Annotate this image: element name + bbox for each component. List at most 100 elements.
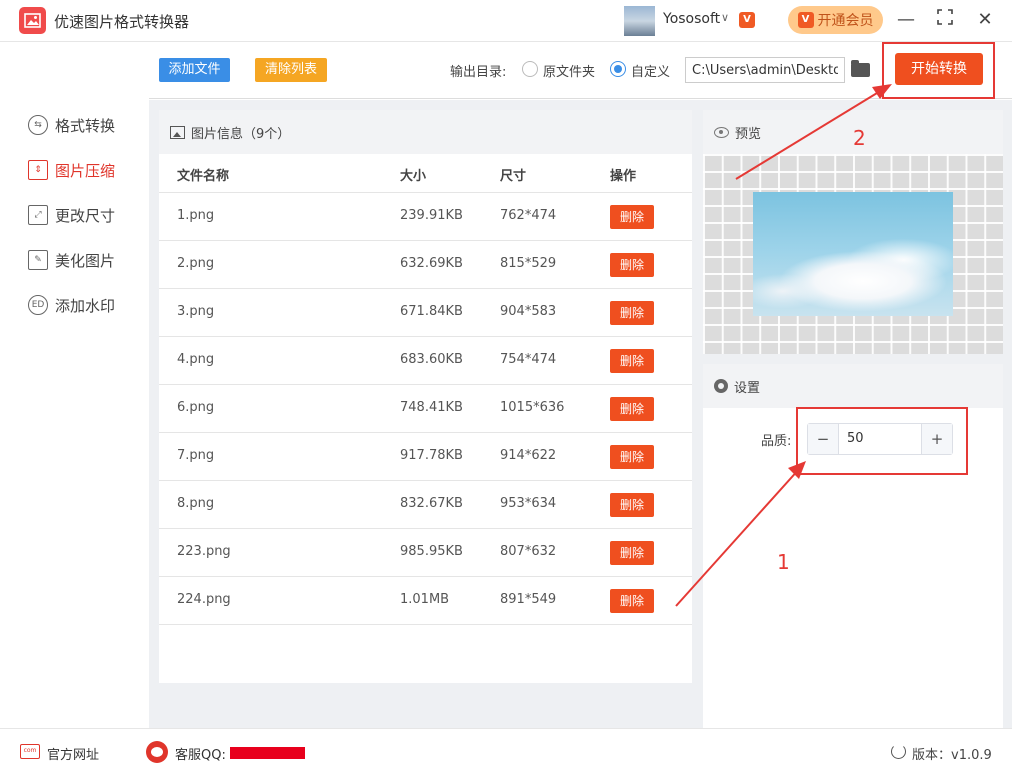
sidebar-item-watermark[interactable]: ED 添加水印: [28, 293, 115, 317]
website-icon[interactable]: com: [20, 744, 40, 759]
table-row: 223.png 985.95KB 807*632 删除: [159, 529, 692, 577]
file-name: 8.png: [177, 496, 215, 511]
file-dimension: 953*634: [500, 496, 557, 511]
file-name: 6.png: [177, 400, 215, 415]
radio-original-folder-label[interactable]: 原文件夹: [543, 61, 595, 80]
file-size: 671.84KB: [400, 304, 463, 319]
radio-original-folder[interactable]: [522, 61, 538, 77]
file-dimension: 904*583: [500, 304, 557, 319]
customer-service-icon[interactable]: [146, 741, 168, 763]
file-dimension: 815*529: [500, 256, 557, 271]
minimize-icon[interactable]: —: [894, 8, 918, 32]
table-row: 3.png 671.84KB 904*583 删除: [159, 289, 692, 337]
file-size: 832.67KB: [400, 496, 463, 511]
sidebar-item-label: 添加水印: [55, 296, 116, 315]
sidebar-item-compress[interactable]: ⇕ 图片压缩: [28, 158, 115, 182]
file-name: 223.png: [177, 544, 231, 559]
sidebar-item-label: 格式转换: [55, 116, 116, 135]
file-name: 2.png: [177, 256, 215, 271]
vip-button-label: 开通会员: [817, 13, 874, 29]
table-row: 8.png 832.67KB 953*634 删除: [159, 481, 692, 529]
vip-badge-icon: V: [797, 12, 814, 28]
add-file-button[interactable]: 添加文件: [159, 58, 230, 82]
vip-badge-icon: V: [739, 12, 755, 28]
preview-title: 预览: [735, 126, 762, 142]
refresh-icon[interactable]: [891, 744, 906, 759]
version-label: 版本：v1.0.9: [912, 748, 992, 763]
folder-icon[interactable]: [851, 60, 870, 77]
delete-button[interactable]: 删除: [610, 301, 654, 325]
annotation-number-1: 1: [777, 550, 790, 574]
delete-button[interactable]: 删除: [610, 205, 654, 229]
column-header-action: 操作: [610, 169, 637, 184]
title-bar: 优速图片格式转换器 Yososoft ∨ V V 开通会员 — ✕: [0, 0, 1012, 42]
sidebar: ⇆ 格式转换 ⇕ 图片压缩 ⤢ 更改尺寸 ✎ 美化图片 ED 添加水印: [0, 43, 149, 728]
file-dimension: 914*622: [500, 448, 557, 463]
output-path-input[interactable]: [685, 57, 845, 83]
sidebar-item-label: 图片压缩: [55, 161, 116, 180]
file-size: 985.95KB: [400, 544, 463, 559]
redacted-qq-number: [230, 747, 305, 759]
delete-button[interactable]: 删除: [610, 397, 654, 421]
close-icon[interactable]: ✕: [973, 8, 997, 32]
file-name: 224.png: [177, 592, 231, 607]
file-size: 748.41KB: [400, 400, 463, 415]
delete-button[interactable]: 删除: [610, 445, 654, 469]
watermark-icon: ED: [28, 295, 48, 315]
radio-custom-label[interactable]: 自定义: [631, 61, 670, 80]
resize-icon: ⤢: [28, 205, 48, 225]
maximize-icon[interactable]: [933, 8, 957, 32]
sidebar-item-label: 美化图片: [55, 251, 116, 270]
table-row: 1.png 239.91KB 762*474 删除: [159, 193, 692, 241]
sidebar-item-beautify[interactable]: ✎ 美化图片: [28, 248, 115, 272]
file-panel: 图片信息（9个） 文件名称 大小 尺寸 操作 1.png 239.91KB 76…: [159, 110, 692, 683]
file-panel-header: 图片信息（9个）: [159, 110, 692, 154]
file-size: 683.60KB: [400, 352, 463, 367]
column-header-size: 大小: [400, 169, 427, 184]
website-link[interactable]: 官方网址: [47, 744, 99, 763]
file-panel-title: 图片信息（9个）: [191, 126, 291, 142]
preview-image: [753, 192, 953, 316]
highlight-box-start: [882, 42, 995, 99]
table-row: 224.png 1.01MB 891*549 删除: [159, 577, 692, 625]
delete-button[interactable]: 删除: [610, 253, 654, 277]
sidebar-item-format-convert[interactable]: ⇆ 格式转换: [28, 113, 115, 137]
file-dimension: 807*632: [500, 544, 557, 559]
settings-header: 设置: [703, 364, 1003, 408]
clear-list-button[interactable]: 清除列表: [255, 58, 327, 82]
footer: com 官方网址 客服QQ: 版本：v1.0.9: [0, 728, 1012, 772]
file-size: 917.78KB: [400, 448, 463, 463]
annotation-number-2: 2: [853, 126, 866, 150]
column-header-name: 文件名称: [177, 169, 230, 184]
table-row: 2.png 632.69KB 815*529 删除: [159, 241, 692, 289]
table-header: 文件名称 大小 尺寸 操作: [159, 154, 692, 193]
avatar[interactable]: [624, 6, 655, 36]
output-dir-label: 输出目录:: [450, 65, 507, 80]
file-name: 4.png: [177, 352, 215, 367]
file-size: 1.01MB: [400, 592, 450, 607]
radio-custom[interactable]: [610, 61, 626, 77]
column-header-dimension: 尺寸: [500, 169, 527, 184]
chevron-down-icon[interactable]: ∨: [721, 11, 729, 24]
settings-title: 设置: [734, 380, 761, 396]
table-row: 6.png 748.41KB 1015*636 删除: [159, 385, 692, 433]
quality-label: 品质:: [761, 434, 792, 449]
file-dimension: 762*474: [500, 208, 557, 223]
delete-button[interactable]: 删除: [610, 589, 654, 613]
table-row: 4.png 683.60KB 754*474 删除: [159, 337, 692, 385]
file-name: 3.png: [177, 304, 215, 319]
table-row: 7.png 917.78KB 914*622 删除: [159, 433, 692, 481]
file-name: 7.png: [177, 448, 215, 463]
app-logo-icon: [19, 7, 46, 34]
delete-button[interactable]: 删除: [610, 541, 654, 565]
beautify-icon: ✎: [28, 250, 48, 270]
sidebar-item-label: 更改尺寸: [55, 206, 116, 225]
username[interactable]: Yososoft: [663, 11, 720, 27]
delete-button[interactable]: 删除: [610, 349, 654, 373]
delete-button[interactable]: 删除: [610, 493, 654, 517]
vip-button[interactable]: V 开通会员: [788, 6, 883, 34]
format-convert-icon: ⇆: [28, 115, 48, 135]
highlight-box-quality: [796, 407, 968, 475]
compress-icon: ⇕: [28, 160, 48, 180]
sidebar-item-resize[interactable]: ⤢ 更改尺寸: [28, 203, 115, 227]
